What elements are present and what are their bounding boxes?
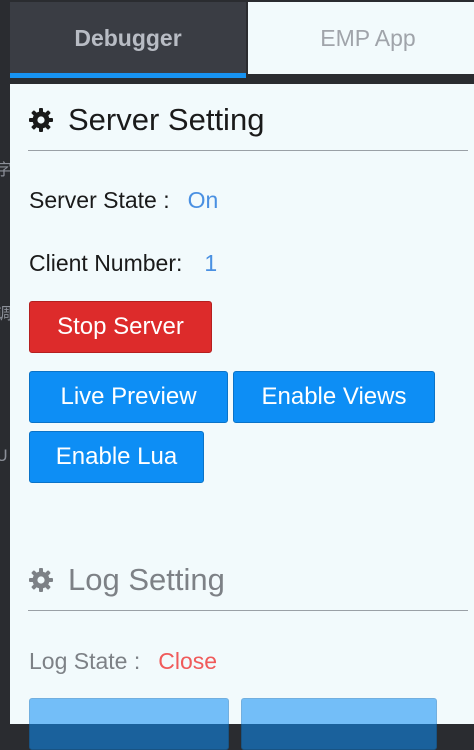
section-divider xyxy=(28,150,468,151)
stop-server-button[interactable]: Stop Server xyxy=(29,301,212,353)
client-number-value: 1 xyxy=(204,250,218,276)
live-preview-button[interactable]: Live Preview xyxy=(29,371,228,423)
background-glyph: U xyxy=(0,446,8,465)
tab-emp-app-label: EMP App xyxy=(320,24,416,51)
gear-icon xyxy=(29,108,53,132)
log-action-button[interactable] xyxy=(29,698,229,750)
server-state-row: Server State : On xyxy=(29,187,218,214)
tab-bar: Debugger EMP App xyxy=(0,0,474,80)
log-state-row: Log State : Close xyxy=(29,648,217,675)
tab-emp-app[interactable]: EMP App xyxy=(248,2,474,74)
debugger-panel: Server Setting Server State : On Client N… xyxy=(10,84,474,750)
tab-debugger[interactable]: Debugger xyxy=(10,2,246,78)
background-strip xyxy=(0,0,10,716)
server-setting-title: Server Setting xyxy=(68,102,265,137)
log-state-value: Close xyxy=(158,648,218,674)
gear-icon xyxy=(29,568,53,592)
server-state-value: On xyxy=(187,187,219,213)
server-setting-header: Server Setting xyxy=(28,102,468,138)
log-setting-title: Log Setting xyxy=(68,562,225,597)
tab-debugger-label: Debugger xyxy=(74,24,182,51)
active-tab-underline xyxy=(10,73,246,78)
enable-lua-button[interactable]: Enable Lua xyxy=(29,431,204,483)
enable-views-button[interactable]: Enable Views xyxy=(233,371,435,423)
server-state-label: Server State : xyxy=(29,187,170,213)
section-divider xyxy=(28,610,468,611)
client-number-row: Client Number: 1 xyxy=(29,250,217,277)
log-state-label: Log State : xyxy=(29,648,141,674)
log-setting-header: Log Setting xyxy=(28,562,468,598)
log-action-button[interactable] xyxy=(241,698,437,750)
client-number-label: Client Number: xyxy=(29,250,183,276)
